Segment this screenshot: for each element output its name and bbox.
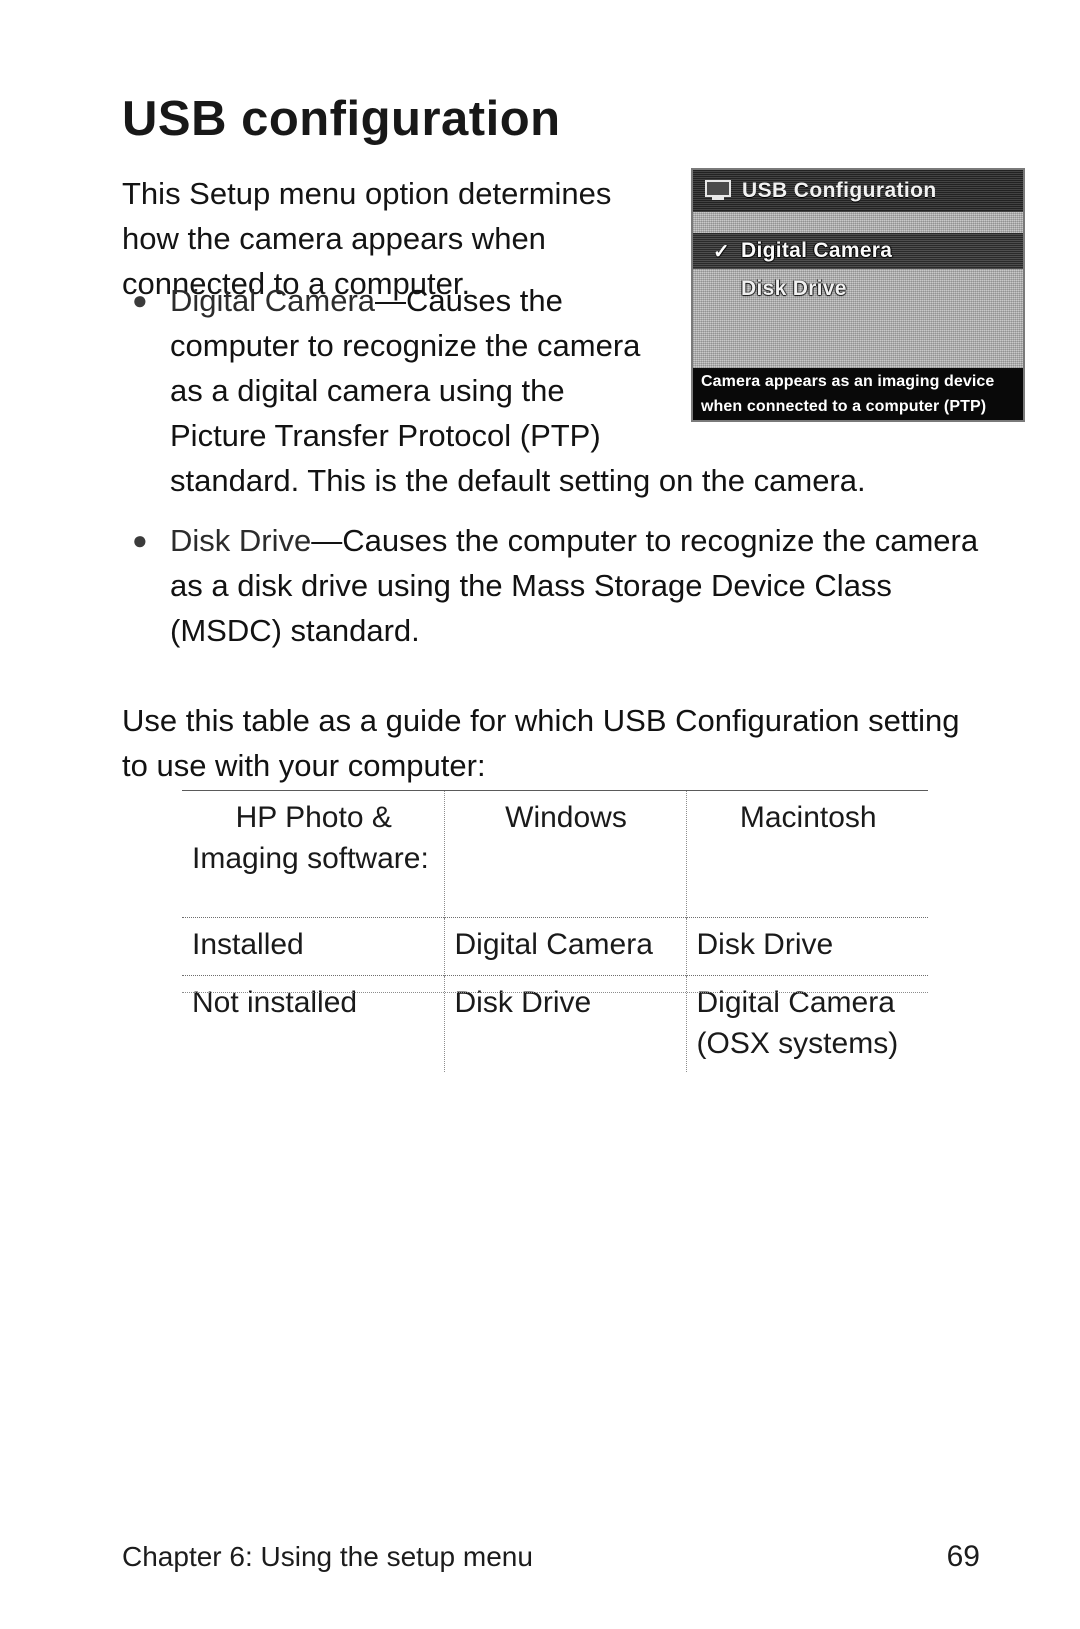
bullet-marker-icon: ● [132,525,148,555]
lcd-title-bar: USB Configuration [693,170,1023,212]
lcd-caption-line-2: when connected to a computer (PTP) [701,398,987,415]
lcd-caption: Camera appears as an imaging device when… [693,368,1023,420]
lcd-option-label-digital-camera: Digital Camera [741,239,893,262]
table-header-software: HP Photo & Imaging software: [182,790,445,918]
monitor-icon [705,180,731,202]
page-title: USB configuration [122,91,561,146]
table-cell-row1-label: Not installed [182,975,445,1072]
table-cell-row0-windows: Digital Camera [444,917,687,976]
table-row: Not installed Disk Drive Digital Camera … [182,975,928,1072]
table-cell-row1-macintosh-note: (OSX systems) [696,1027,899,1060]
bullet-text-digital-camera-continued: standard. This is the default setting on… [170,463,866,498]
bullet-item-disk-drive: ● Disk Drive—Causes the computer to reco… [128,518,988,653]
table-bottom-rule [182,992,928,993]
table-row: Installed Digital Camera Disk Drive [182,917,928,976]
table-header-windows: Windows [444,790,687,918]
table-cell-row0-macintosh: Disk Drive [686,917,928,976]
bullet-text-digital-camera: Digital Camera—Causes the computer to re… [170,278,658,458]
bullet-dash: — [375,283,407,318]
lcd-option-digital-camera[interactable]: ✓ Digital Camera [693,233,1023,269]
table-cell-row0-label: Installed [182,917,445,976]
lcd-option-label-disk-drive: Disk Drive [741,277,847,300]
lcd-caption-line-1: Camera appears as an imaging device [701,373,995,390]
lcd-title-label: USB Configuration [742,179,937,202]
lcd-option-disk-drive[interactable]: Disk Drive [693,271,1023,307]
bullet-dash: — [311,523,343,558]
bullet-term-digital-camera: Digital Camera [170,283,376,318]
table-cell-row1-macintosh: Digital Camera (OSX systems) [686,975,928,1072]
table-intro-paragraph: Use this table as a guide for which USB … [122,703,960,783]
table-cell-row1-windows: Disk Drive [444,975,687,1072]
usb-configuration-table: HP Photo & Imaging software: Windows Mac… [182,790,928,1072]
bullet-marker-icon: ● [132,285,148,315]
checkmark-icon: ✓ [713,240,730,263]
table-header-windows-label: Windows [505,801,627,834]
table-header-software-line1: HP Photo & [235,801,392,834]
table-header-software-line2: Imaging software: [192,842,429,875]
table-header-macintosh: Macintosh [686,790,928,918]
bullet-text-disk-drive: Disk Drive—Causes the computer to recogn… [170,518,988,653]
bullet-item-digital-camera: ● Digital Camera—Causes the computer to … [128,278,658,458]
bullet-term-disk-drive: Disk Drive [170,523,312,558]
camera-lcd-screenshot: USB Configuration ✓ Digital Camera Disk … [691,168,1025,422]
footer-chapter-label: Chapter 6: Using the setup menu [122,1541,533,1572]
table-cell-row1-macintosh-value: Digital Camera [696,986,895,1019]
document-page: USB configuration This Setup menu option… [0,0,1080,1629]
footer-page-number: 69 [946,1540,980,1573]
page-footer: Chapter 6: Using the setup menu 69 [122,1540,980,1574]
table-header-macintosh-label: Macintosh [739,801,877,834]
table-header-row: HP Photo & Imaging software: Windows Mac… [182,790,928,918]
